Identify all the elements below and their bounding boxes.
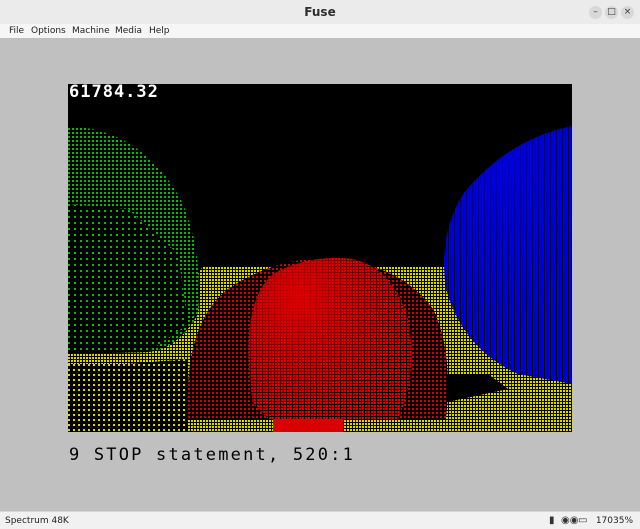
- raytraced-scene: [68, 84, 572, 432]
- floor-shadow-left: [68, 359, 188, 432]
- machine-label: Spectrum 48K: [5, 516, 69, 526]
- minimize-button[interactable]: –: [589, 6, 602, 19]
- microdrive-icon: ▭: [578, 515, 588, 526]
- menu-machine[interactable]: Machine: [72, 24, 110, 38]
- red-sphere-shine: [248, 258, 412, 419]
- maximize-button[interactable]: □: [605, 6, 618, 19]
- menu-media[interactable]: Media: [115, 24, 142, 38]
- basic-report-message: 9 STOP statement, 520:1: [69, 445, 356, 465]
- disk-icon: ▮: [549, 515, 555, 526]
- tape-icon: ◉◉: [561, 515, 579, 526]
- emulation-speed: 17035%: [595, 516, 633, 526]
- window-title: Fuse: [304, 5, 336, 19]
- menu-file[interactable]: File: [9, 24, 24, 38]
- scene-graphic: [68, 126, 572, 432]
- timer-readout: 61784.32: [69, 82, 159, 102]
- title-bar[interactable]: Fuse – □ ×: [0, 0, 640, 25]
- close-button[interactable]: ×: [621, 6, 634, 19]
- red-reflection: [273, 419, 343, 432]
- menu-options[interactable]: Options: [31, 24, 66, 38]
- status-bar: Spectrum 48K ▮ ◉◉ ▭ 17035%: [0, 511, 640, 529]
- menu-bar: File Options Machine Media Help: [0, 24, 640, 38]
- fuse-window: Fuse – □ × File Options Machine Media He…: [0, 0, 640, 529]
- menu-help[interactable]: Help: [149, 24, 170, 38]
